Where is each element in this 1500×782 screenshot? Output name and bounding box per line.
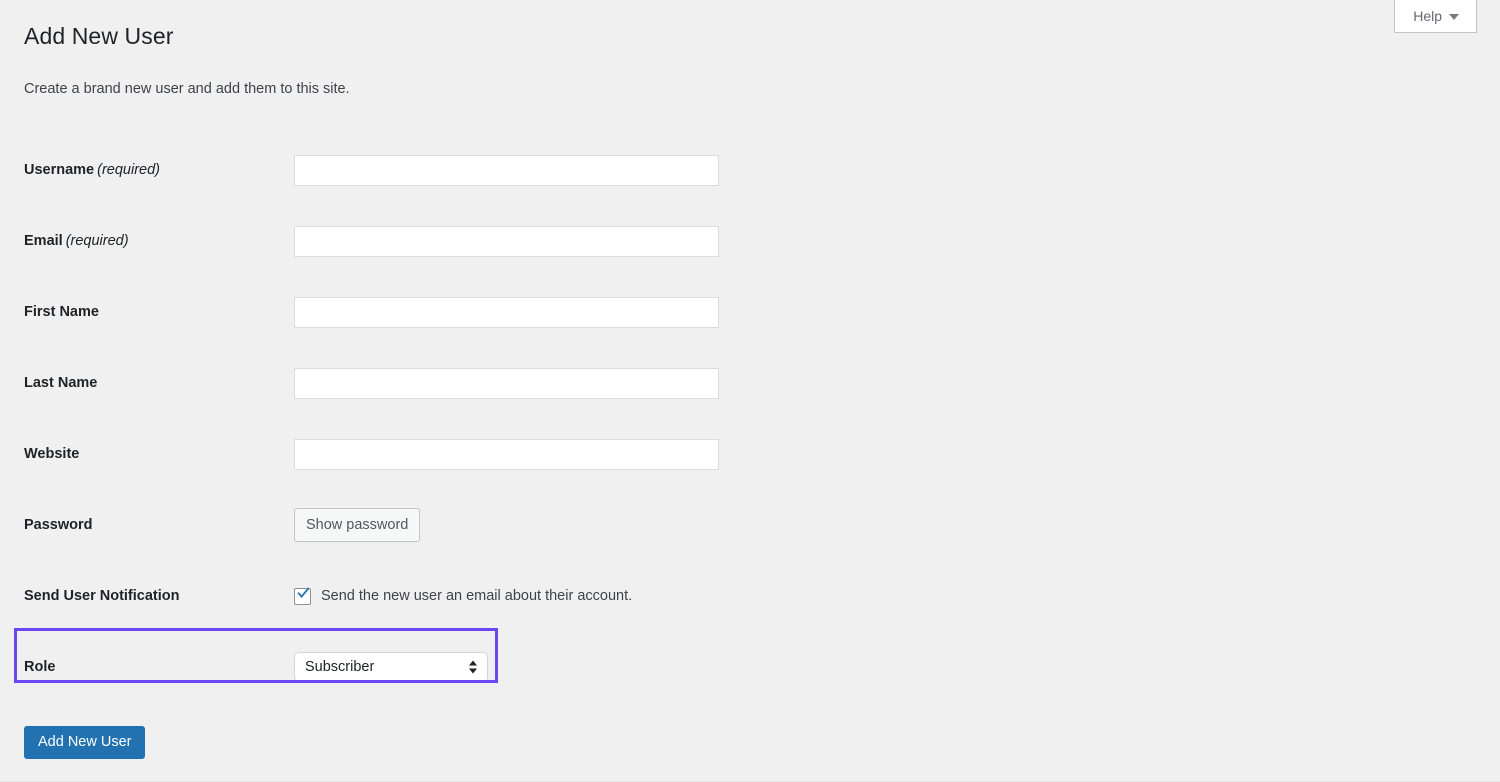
field-cell-role: SubscriberContributorAuthorEditorAdminis…	[294, 632, 719, 703]
label-send-user-notification: Send User Notification	[24, 561, 294, 632]
show-password-button[interactable]: Show password	[294, 508, 421, 543]
label-username-text: Username	[24, 162, 95, 179]
label-last-name: Last Name	[24, 348, 294, 419]
field-cell-first-name	[294, 277, 719, 348]
field-cell-last-name	[294, 348, 719, 419]
form-row-website: Website	[24, 419, 719, 490]
field-cell-email	[294, 206, 719, 277]
label-email: Email (required)	[24, 206, 294, 277]
checkmark-icon	[297, 587, 310, 598]
label-role-text: Role	[24, 659, 56, 676]
form-row-role: Role SubscriberContributorAuthorEditorAd…	[24, 632, 719, 703]
field-cell-password: Show password	[294, 490, 719, 561]
label-website: Website	[24, 419, 294, 490]
label-password: Password	[24, 490, 294, 561]
label-email-text: Email	[24, 233, 63, 250]
website-input[interactable]	[294, 438, 719, 470]
admin-page-wrap: Add New User Create a brand new user and…	[24, 0, 1500, 759]
label-first-name-text: First Name	[24, 304, 99, 321]
label-username-required: (required)	[97, 162, 160, 179]
first-name-input[interactable]	[294, 296, 719, 328]
field-cell-website	[294, 419, 719, 490]
username-input[interactable]	[294, 154, 719, 186]
label-send-user-notification-text: Send User Notification	[24, 588, 180, 605]
add-new-user-form: Username (required) Email (required) First…	[24, 135, 719, 703]
field-cell-send-notification: Send the new user an email about their a…	[294, 561, 719, 632]
field-cell-username	[294, 135, 719, 206]
role-select[interactable]: SubscriberContributorAuthorEditorAdminis…	[294, 652, 488, 683]
last-name-input[interactable]	[294, 367, 719, 399]
form-row-email: Email (required)	[24, 206, 719, 277]
label-website-text: Website	[24, 446, 80, 463]
page-title: Add New User	[24, 23, 174, 49]
label-password-text: Password	[24, 517, 93, 534]
page-subtitle: Create a brand new user and add them to …	[24, 80, 350, 97]
label-email-required: (required)	[65, 233, 129, 250]
send-notification-label[interactable]: Send the new user an email about their a…	[321, 589, 632, 604]
submit-area: Add New User	[24, 725, 1500, 759]
form-row-send-notification: Send User Notification Send the new user…	[24, 561, 719, 632]
email-input[interactable]	[294, 225, 719, 257]
send-notification-row: Send the new user an email about their a…	[294, 587, 719, 605]
form-row-first-name: First Name	[24, 277, 719, 348]
label-username: Username (required)	[24, 135, 294, 206]
send-notification-checkbox[interactable]	[294, 587, 311, 605]
form-row-username: Username (required)	[24, 135, 719, 206]
label-last-name-text: Last Name	[24, 375, 98, 392]
form-row-last-name: Last Name	[24, 348, 719, 419]
add-new-user-submit-button[interactable]: Add New User	[24, 725, 146, 759]
role-select-wrapper: SubscriberContributorAuthorEditorAdminis…	[294, 652, 488, 683]
form-row-password: Password Show password	[24, 490, 719, 561]
label-first-name: First Name	[24, 277, 294, 348]
label-role: Role	[24, 632, 294, 703]
